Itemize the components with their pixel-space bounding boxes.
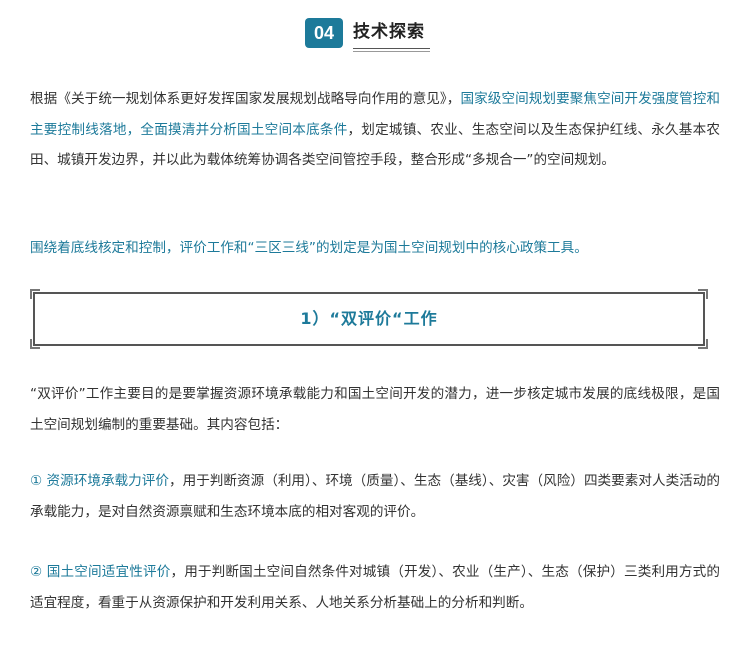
item-2-title: ② 国土空间适宜性评价 — [30, 564, 171, 580]
evaluation-item-1: ① 资源环境承载力评价，用于判断资源（利用）、环境（质量）、生态（基线）、灾害（… — [30, 466, 720, 527]
section-header: 04 技术探索 — [0, 14, 752, 54]
intro-paragraph: 根据《关于统一规划体系更好发挥国家发展规划战略导向作用的意见》，国家级空间规划要… — [30, 84, 720, 176]
item-1-title: ① 资源环境承载力评价 — [30, 473, 169, 489]
subsection-title: 1）“双评价“工作 — [300, 309, 438, 328]
title-underline — [353, 48, 430, 49]
double-evaluation-paragraph: “双评价”工作主要目的是要掌握资源环境承载能力和国土空间开发的潜力，进一步核定城… — [30, 386, 720, 433]
intro-text-start: 根据《关于统一规划体系更好发挥国家发展规划战略导向作用的意见》， — [30, 91, 461, 107]
core-policy-paragraph: 围绕着底线核定和控制，评价工作和“三区三线”的划定是为国土空间规划中的核心政策工… — [30, 240, 588, 256]
title-underline-secondary — [353, 51, 430, 52]
subsection-title-box: 1）“双评价“工作 — [30, 289, 708, 349]
evaluation-item-2: ② 国土空间适宜性评价，用于判断国土空间自然条件对城镇（开发）、农业（生产）、生… — [30, 557, 720, 618]
section-number-badge: 04 — [305, 18, 343, 48]
section-title: 技术探索 — [353, 22, 425, 42]
